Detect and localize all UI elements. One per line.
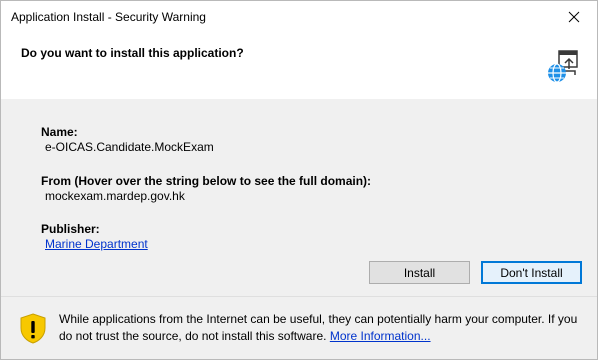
name-value: e-OICAS.Candidate.MockExam (45, 140, 214, 154)
name-label: Name: (41, 125, 78, 139)
details-panel: Name: e-OICAS.Candidate.MockExam From (H… (1, 99, 597, 296)
window-title: Application Install - Security Warning (11, 10, 206, 24)
security-warning-dialog: Application Install - Security Warning D… (0, 0, 598, 360)
warning-message: While applications from the Internet can… (59, 312, 578, 343)
close-icon (568, 11, 580, 22)
warning-shield-icon (20, 313, 46, 344)
close-button[interactable] (551, 1, 597, 32)
from-label: From (Hover over the string below to see… (41, 174, 372, 188)
publisher-label: Publisher: (41, 222, 100, 236)
security-warning-text: While applications from the Internet can… (59, 311, 579, 345)
dont-install-button[interactable]: Don't Install (481, 261, 582, 284)
install-question: Do you want to install this application? (21, 46, 244, 60)
application-globe-icon (548, 50, 578, 83)
title-bar: Application Install - Security Warning (1, 1, 597, 33)
more-information-link[interactable]: More Information... (330, 329, 431, 343)
dialog-header: Do you want to install this application? (1, 33, 597, 99)
from-domain-value[interactable]: mockexam.mardep.gov.hk (45, 189, 185, 203)
publisher-link[interactable]: Marine Department (45, 237, 148, 251)
warning-footer: While applications from the Internet can… (1, 297, 597, 359)
install-button[interactable]: Install (369, 261, 470, 284)
